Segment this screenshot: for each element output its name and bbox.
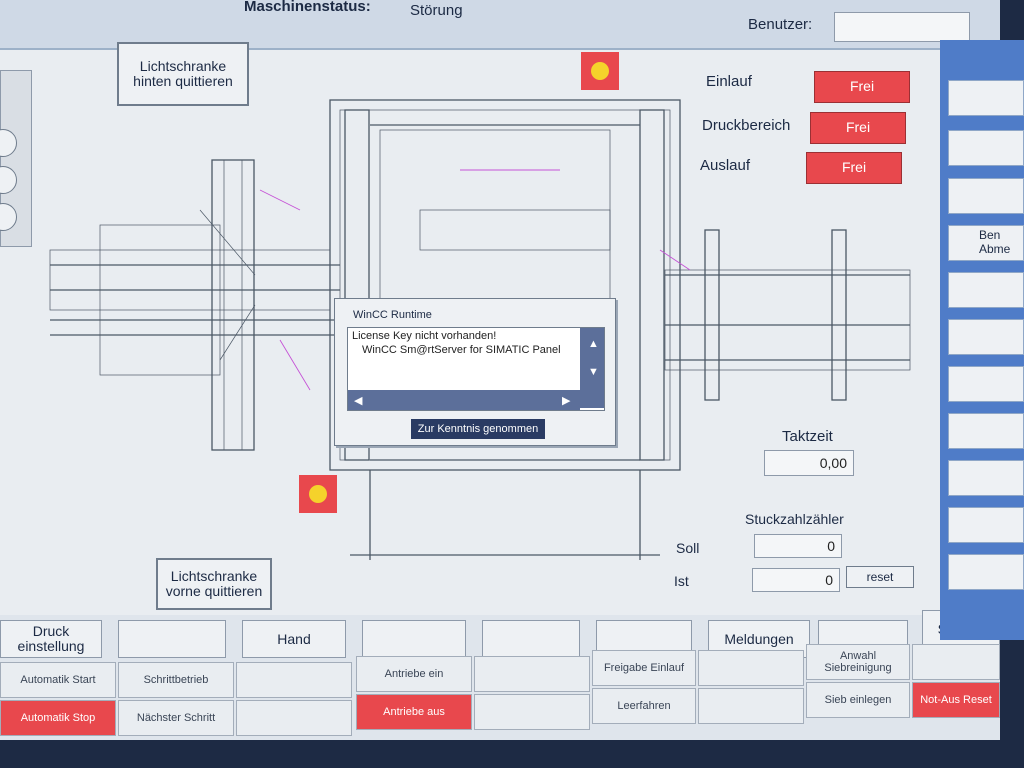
lamp-indicator-icon (591, 62, 609, 80)
nav-empty-button[interactable] (236, 700, 352, 736)
zone-status-auslauf: Frei (806, 152, 902, 184)
nav-empty-button[interactable] (236, 662, 352, 698)
right-nav-button[interactable] (948, 178, 1024, 214)
right-nav-button[interactable] (948, 413, 1024, 449)
left-side-panel (0, 70, 32, 247)
nav-empty-button[interactable] (698, 688, 804, 724)
lamp-indicator-icon (309, 485, 327, 503)
dialog-title: WinCC Runtime (353, 309, 432, 321)
ist-value: 0 (752, 568, 840, 592)
right-nav-button[interactable] (948, 507, 1024, 543)
nav-empty-button[interactable] (362, 620, 466, 658)
takt-label: Taktzeit (782, 428, 833, 445)
user-field[interactable] (834, 12, 970, 42)
scroll-left-icon[interactable]: ◀ (354, 394, 362, 407)
warning-lamp (581, 52, 619, 90)
side-round-button[interactable] (0, 129, 17, 157)
reset-button[interactable]: reset (846, 566, 914, 588)
nav-empty-button[interactable] (698, 650, 804, 686)
scroll-down-icon[interactable]: ▼ (588, 366, 599, 378)
scroll-up-icon[interactable]: ▲ (588, 338, 599, 350)
nav-empty-button[interactable] (482, 620, 580, 658)
warning-lamp (299, 475, 337, 513)
schrittbetrieb-button[interactable]: Schrittbetrieb (118, 662, 234, 698)
nav-empty-button[interactable] (474, 656, 590, 692)
nav-empty-button[interactable] (912, 644, 1000, 680)
ack-light-barrier-front-button[interactable]: Lichtschranke vorne quittieren (156, 558, 272, 610)
takt-value: 0,00 (764, 450, 854, 476)
nav-hand-button[interactable]: Hand (242, 620, 346, 658)
soll-label: Soll (676, 540, 700, 556)
automatik-start-button[interactable]: Automatik Start (0, 662, 116, 698)
right-nav-button[interactable] (948, 554, 1024, 590)
naechster-schritt-button[interactable]: Nächster Schritt (118, 700, 234, 736)
zone-label-auslauf: Auslauf (700, 157, 751, 174)
license-dialog: WinCC Runtime License Key nicht vorhande… (334, 298, 616, 446)
user-label: Benutzer: (748, 16, 813, 33)
anwahl-siebreinigung-button[interactable]: Anwahl Siebreinigung (806, 644, 910, 680)
right-nav-button[interactable] (948, 80, 1024, 116)
dialog-message-line: License Key nicht vorhanden! (352, 330, 497, 342)
antriebe-aus-button[interactable]: Antriebe aus (356, 694, 472, 730)
dialog-message-line: WinCC Sm@rtServer for SIMATIC Panel (362, 344, 561, 356)
side-round-button[interactable] (0, 166, 17, 194)
right-nav-button[interactable] (948, 460, 1024, 496)
freigabe-einlauf-button[interactable]: Freigabe Einlauf (592, 650, 696, 686)
antriebe-ein-button[interactable]: Antriebe ein (356, 656, 472, 692)
sieb-einlegen-button[interactable]: Sieb einlegen (806, 682, 910, 718)
hmi-screen: Maschinenstatus: Störung Benutzer: Licht… (0, 0, 1000, 740)
soll-value: 0 (754, 534, 842, 558)
dialog-vertical-scrollbar[interactable]: ▲ ▼ (580, 328, 604, 408)
machine-status-value: Störung (410, 2, 463, 19)
right-nav-button[interactable] (948, 130, 1024, 166)
zone-label-einlauf: Einlauf (706, 73, 752, 90)
zone-status-druckbereich: Frei (810, 112, 906, 144)
right-nav-button[interactable] (948, 366, 1024, 402)
dialog-horizontal-scrollbar[interactable]: ◀ ▶ (348, 390, 580, 410)
right-nav-button[interactable] (948, 272, 1024, 308)
nav-empty-button[interactable] (118, 620, 226, 658)
nav-druckeinstellung-button[interactable]: Druck einstellung (0, 620, 102, 658)
scroll-right-icon[interactable]: ▶ (562, 394, 570, 407)
right-nav-panel: Ben Abme (940, 40, 1024, 640)
dialog-message-box: License Key nicht vorhanden! WinCC Sm@rt… (347, 327, 605, 411)
zone-label-druckbereich: Druckbereich (702, 117, 791, 134)
ack-light-barrier-rear-button[interactable]: Lichtschranke hinten quittieren (117, 42, 249, 106)
right-nav-button[interactable] (948, 319, 1024, 355)
automatik-stop-button[interactable]: Automatik Stop (0, 700, 116, 736)
not-aus-reset-button[interactable]: Not-Aus Reset (912, 682, 1000, 718)
leerfahren-button[interactable]: Leerfahren (592, 688, 696, 724)
counter-title: Stuckzahlzähler (745, 511, 844, 527)
zone-status-einlauf: Frei (814, 71, 910, 103)
acknowledge-button[interactable]: Zur Kenntnis genommen (411, 419, 545, 439)
ist-label: Ist (674, 573, 689, 589)
right-nav-benutzer-button[interactable]: Ben Abme (948, 225, 1024, 261)
machine-status-label: Maschinenstatus: (244, 0, 371, 15)
nav-empty-button[interactable] (474, 694, 590, 730)
side-round-button[interactable] (0, 203, 17, 231)
